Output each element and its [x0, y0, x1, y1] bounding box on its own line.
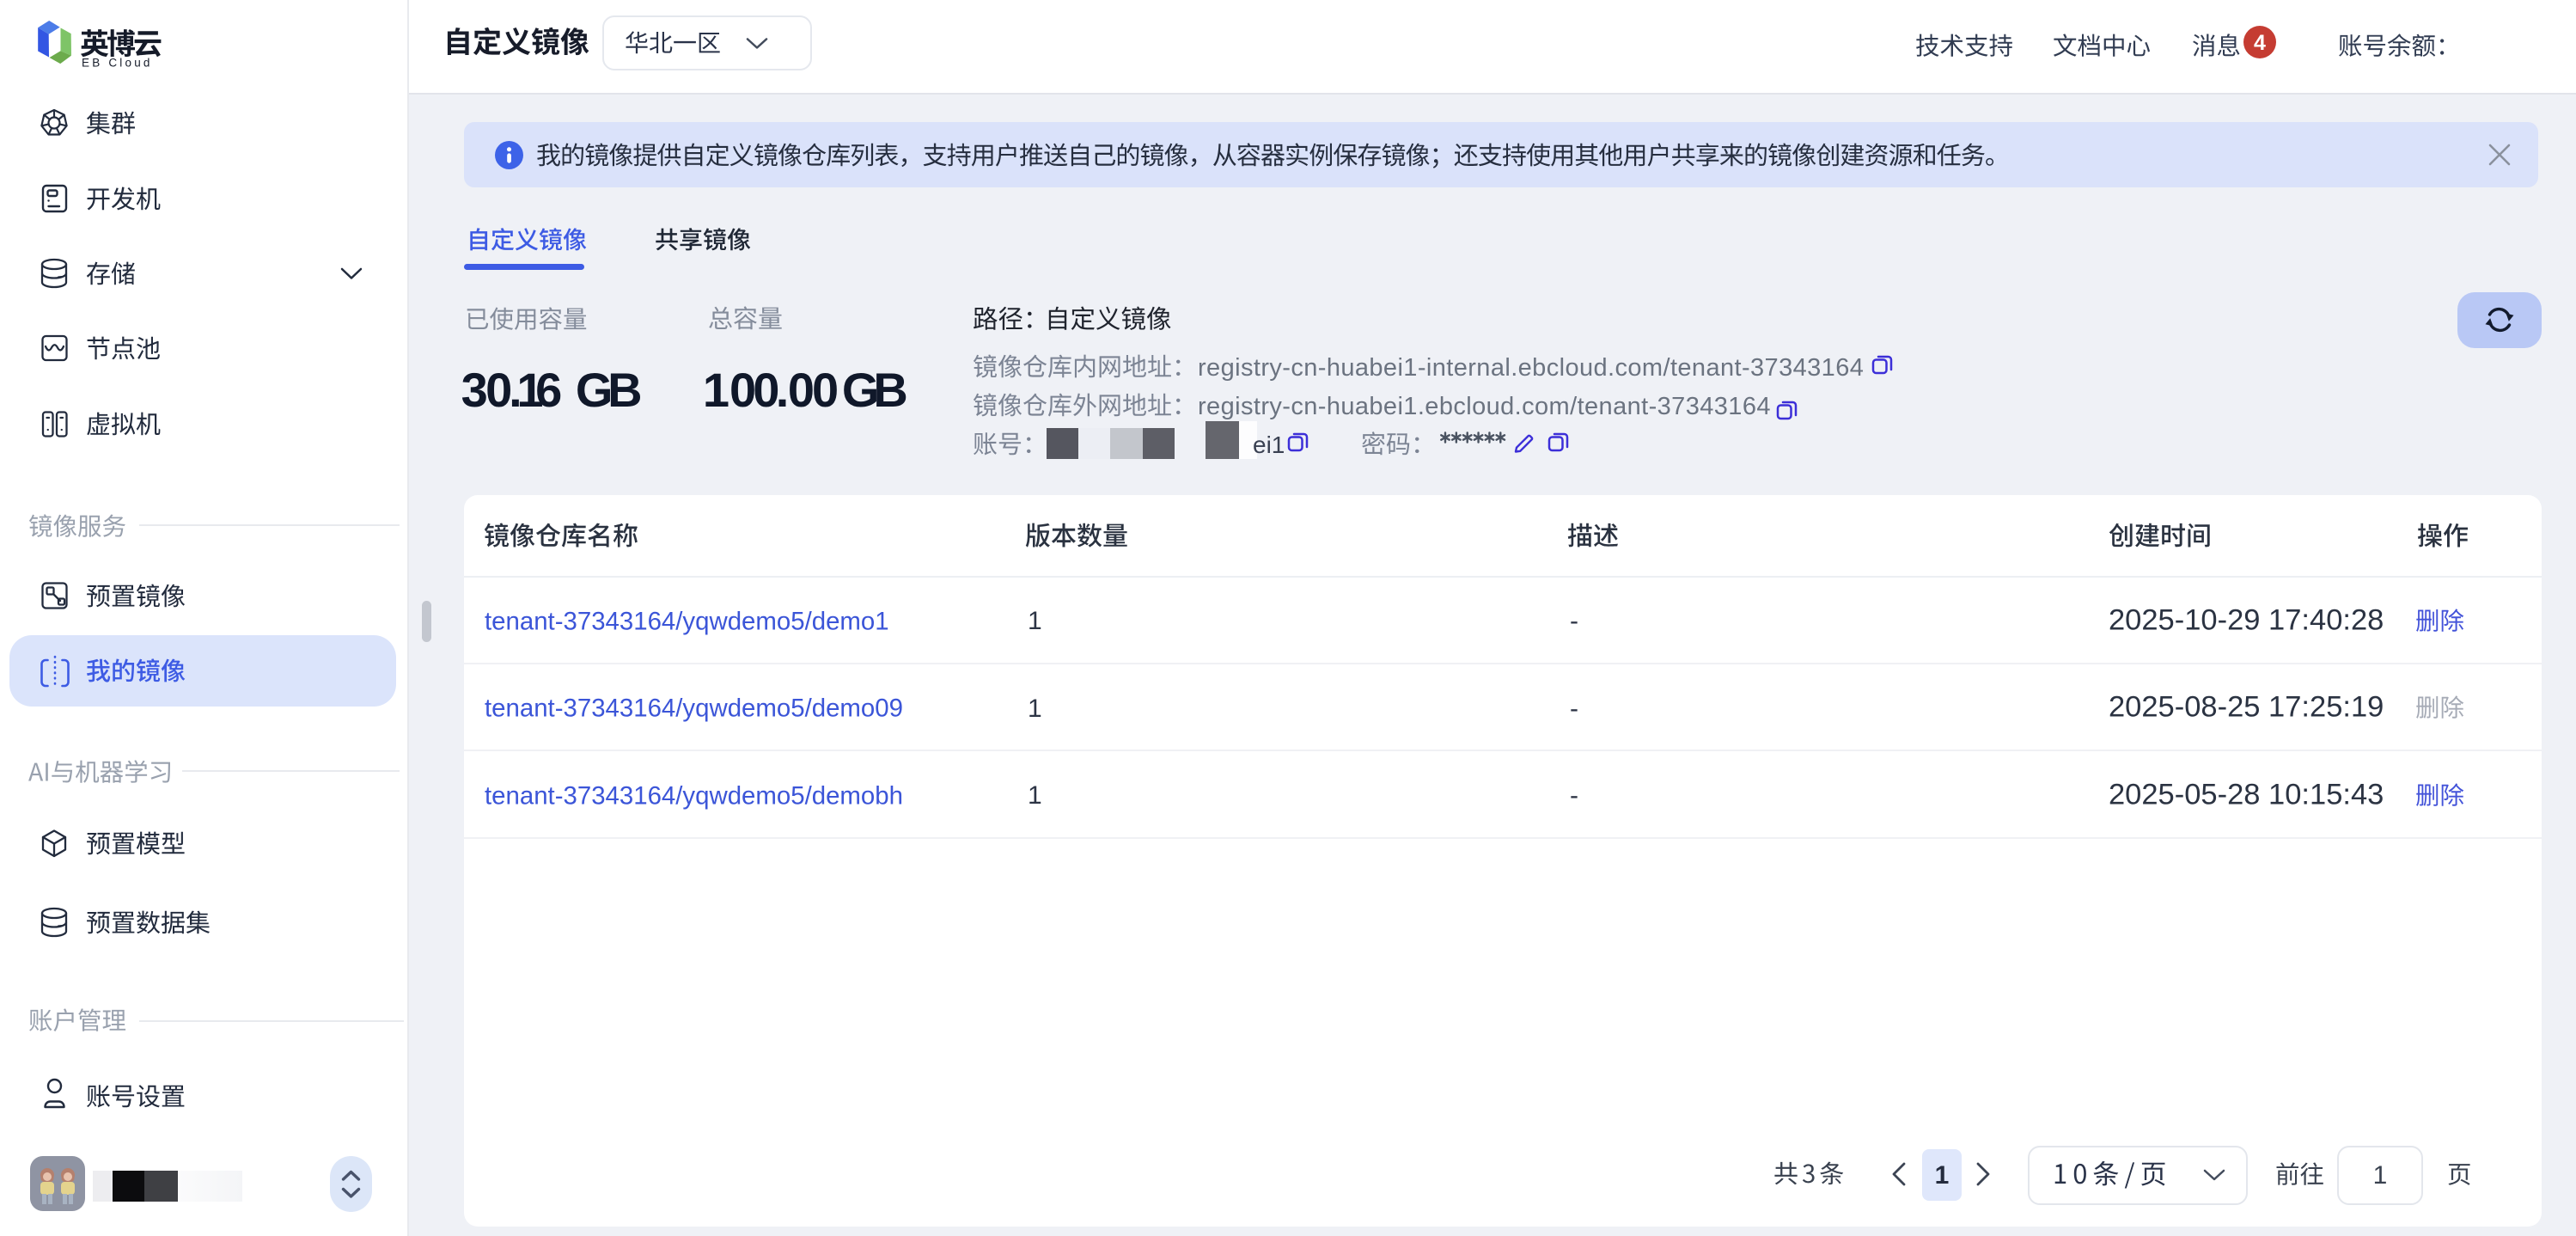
svg-text:0: 0: [788, 363, 815, 417]
svg-text:EB Cloud: EB Cloud: [82, 56, 153, 69]
svg-text:1: 1: [1028, 781, 1042, 810]
svg-text:1: 1: [2373, 1161, 2388, 1190]
svg-text:1: 1: [1028, 694, 1042, 723]
svg-text:1: 1: [1028, 607, 1042, 635]
svg-text:1: 1: [703, 363, 729, 417]
svg-text:0: 0: [812, 363, 839, 417]
svg-text:B: B: [873, 363, 907, 417]
svg-text:-: -: [1570, 694, 1578, 723]
svg-text:2025-08-25 17:25:19: 2025-08-25 17:25:19: [2109, 691, 2384, 724]
svg-text:2025-05-28 10:15:43: 2025-05-28 10:15:43: [2109, 778, 2384, 811]
svg-text:1: 1: [1935, 1161, 1950, 1190]
svg-text:ei1: ei1: [1253, 431, 1285, 458]
svg-text:registry-cn-huabei1.ebcloud.co: registry-cn-huabei1.ebcloud.com/tenant-3…: [1198, 393, 1771, 420]
svg-text:4: 4: [2254, 31, 2266, 55]
svg-text:tenant-37343164/yqwdemo5/demob: tenant-37343164/yqwdemo5/demobh: [485, 781, 903, 810]
svg-text:-: -: [1570, 607, 1578, 635]
svg-text:2025-10-29 17:40:28: 2025-10-29 17:40:28: [2109, 603, 2384, 636]
svg-text:-: -: [1570, 781, 1578, 810]
svg-text:tenant-37343164/yqwdemo5/demo1: tenant-37343164/yqwdemo5/demo1: [485, 607, 889, 635]
svg-text:registry-cn-huabei1-internal.e: registry-cn-huabei1-internal.ebcloud.com…: [1198, 354, 1864, 382]
svg-text:tenant-37343164/yqwdemo5/demo0: tenant-37343164/yqwdemo5/demo09: [485, 694, 903, 722]
